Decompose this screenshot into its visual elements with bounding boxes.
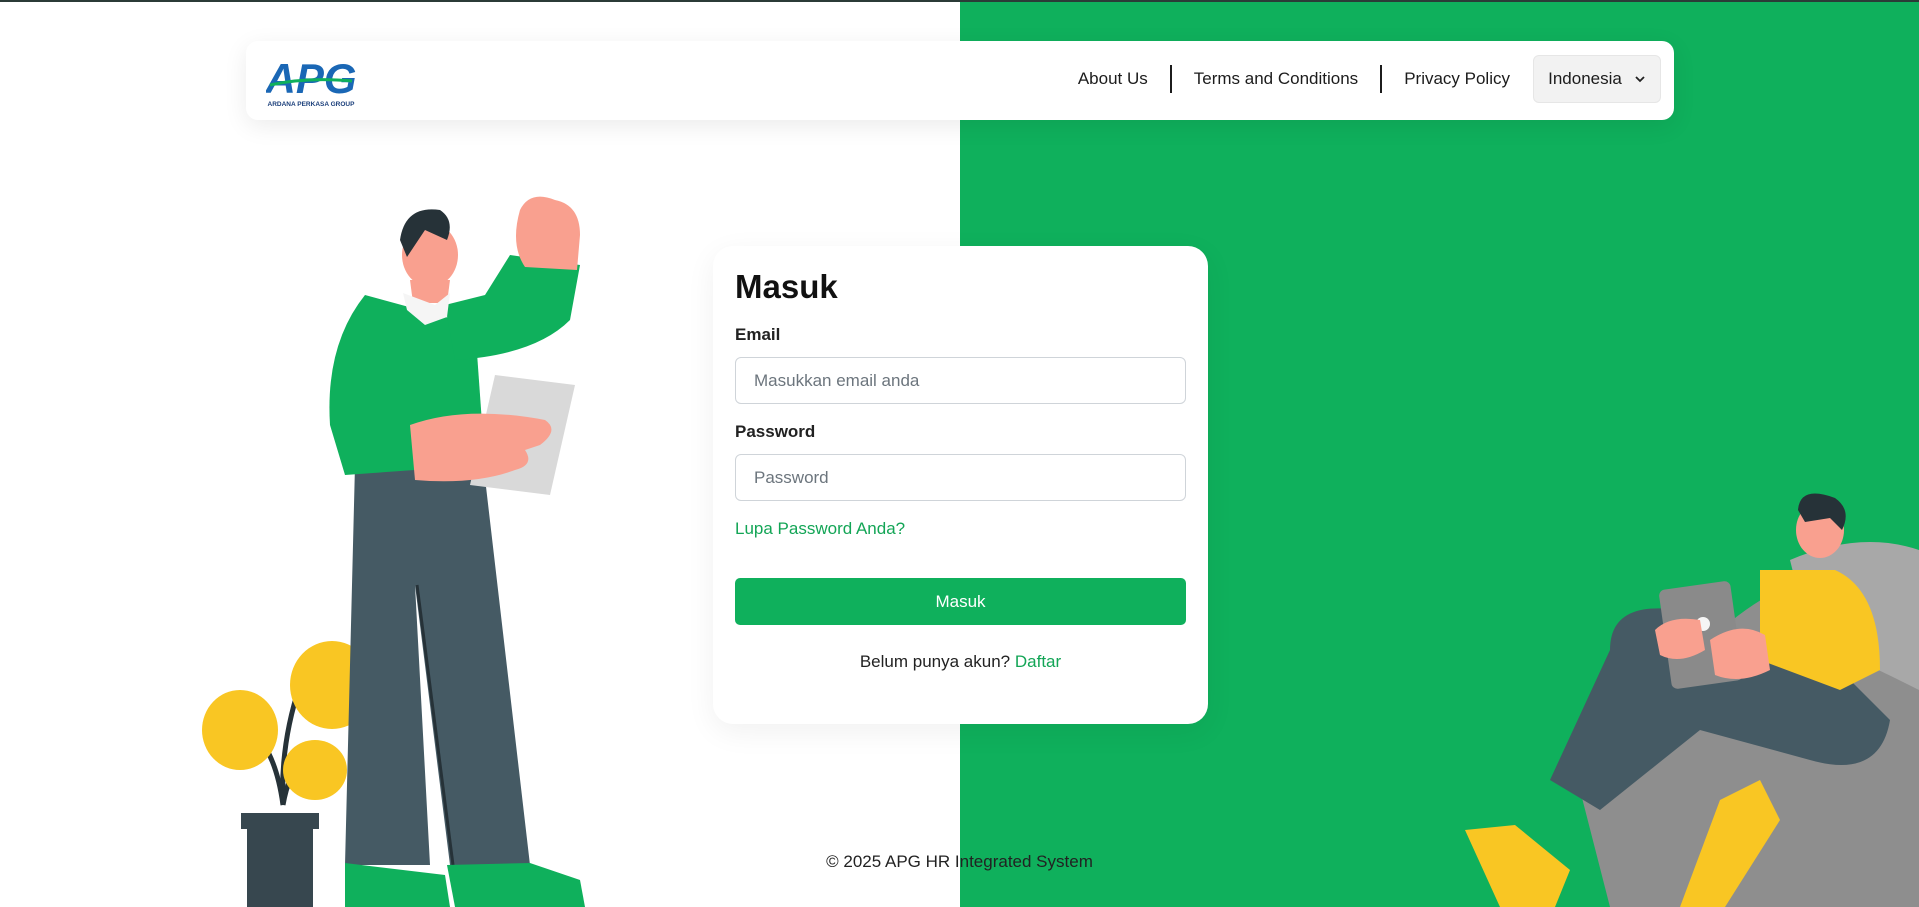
nav-links: About Us Terms and Conditions Privacy Po… [1078, 55, 1661, 103]
top-navbar: APG ARDANA PERKASA GROUP About Us Terms … [246, 41, 1674, 120]
language-select[interactable]: Indonesia [1533, 55, 1661, 103]
email-field[interactable] [735, 357, 1186, 404]
login-title: Masuk [735, 268, 838, 305]
footer-copyright: © 2025 APG HR Integrated System [826, 852, 1093, 871]
chevron-down-icon [1635, 76, 1645, 83]
nav-divider [1169, 65, 1172, 93]
nav-privacy-policy[interactable]: Privacy Policy [1404, 69, 1510, 89]
language-value: Indonesia [1548, 69, 1622, 88]
forgot-password-link[interactable]: Lupa Password Anda? [735, 519, 905, 539]
register-prompt: Belum punya akun? [859, 652, 1011, 671]
register-link[interactable]: Daftar [1015, 652, 1061, 671]
password-field[interactable] [735, 454, 1186, 501]
man-with-book-illustration [202, 196, 585, 907]
svg-text:ARDANA PERKASA GROUP: ARDANA PERKASA GROUP [268, 101, 356, 108]
password-label: Password [735, 422, 816, 441]
apg-logo[interactable]: APG ARDANA PERKASA GROUP [264, 55, 356, 109]
nav-divider [1380, 65, 1383, 93]
email-label: Email [735, 325, 781, 344]
register-row: Belum punya akun? Daftar [713, 652, 1208, 672]
nav-terms-and-conditions[interactable]: Terms and Conditions [1194, 69, 1358, 89]
nav-about-us[interactable]: About Us [1078, 69, 1148, 89]
login-card: Masuk Email Password Lupa Password Anda?… [713, 246, 1208, 724]
login-button[interactable]: Masuk [735, 578, 1186, 625]
top-border-line [0, 0, 1919, 2]
man-with-tablet-illustration [1465, 493, 1919, 907]
